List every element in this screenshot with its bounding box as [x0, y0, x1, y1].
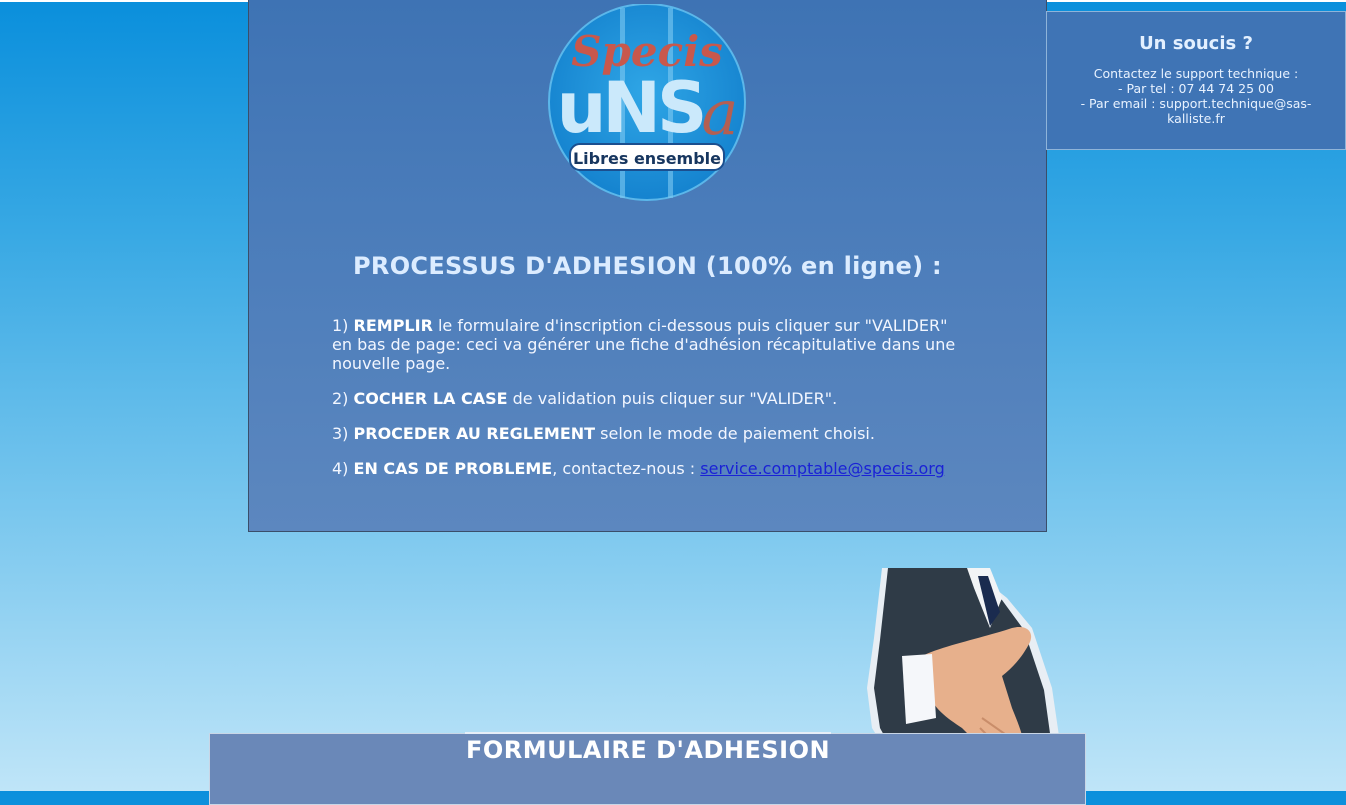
support-email: - Par email : support.technique@sas-kall…	[1080, 96, 1312, 126]
process-panel: Specis uNS a Libres ensemble PROCESSUS D…	[248, 0, 1047, 532]
form-title-tab: FORMULAIRE D'ADHESION	[465, 732, 831, 768]
step-number: 2)	[332, 389, 349, 408]
step-keyword: PROCEDER AU REGLEMENT	[353, 424, 596, 443]
step-1: 1) REMPLIR le formulaire d'inscription c…	[332, 316, 962, 373]
support-title: Un soucis ?	[1139, 33, 1253, 54]
step-number: 1)	[332, 316, 349, 335]
support-box: Un soucis ? Contactez le support techniq…	[1046, 11, 1346, 150]
support-text: Contactez le support technique : - Par t…	[1077, 66, 1315, 126]
step-text: de validation puis cliquer sur "VALIDER"…	[507, 389, 838, 408]
step-2: 2) COCHER LA CASE de validation puis cli…	[332, 389, 962, 408]
step-number: 3)	[332, 424, 349, 443]
logo-brand-mid: uNS	[557, 67, 704, 149]
logo-tagline: Libres ensemble	[573, 149, 721, 168]
step-keyword: EN CAS DE PROBLEME	[353, 459, 553, 478]
step-keyword: COCHER LA CASE	[353, 389, 508, 408]
form-title: FORMULAIRE D'ADHESION	[465, 736, 831, 764]
support-line: Contactez le support technique :	[1093, 66, 1299, 81]
step-text: , contactez-nous :	[552, 459, 701, 478]
service-comptable-email-link[interactable]: service.comptable@specis.org	[700, 459, 945, 478]
process-steps: 1) REMPLIR le formulaire d'inscription c…	[332, 316, 962, 494]
step-text: selon le mode de paiement choisi.	[595, 424, 875, 443]
process-title: PROCESSUS D'ADHESION (100% en ligne) :	[353, 252, 942, 280]
step-keyword: REMPLIR	[353, 316, 433, 335]
step-number: 4)	[332, 459, 349, 478]
step-4: 4) EN CAS DE PROBLEME, contactez-nous : …	[332, 459, 962, 478]
step-3: 3) PROCEDER AU REGLEMENT selon le mode d…	[332, 424, 962, 443]
specis-unsa-logo: Specis uNS a Libres ensemble	[548, 4, 746, 201]
support-phone: - Par tel : 07 44 74 25 00	[1118, 81, 1274, 96]
logo-brand-a: a	[702, 76, 739, 149]
form-panel: FORMULAIRE D'ADHESION	[209, 732, 1086, 805]
